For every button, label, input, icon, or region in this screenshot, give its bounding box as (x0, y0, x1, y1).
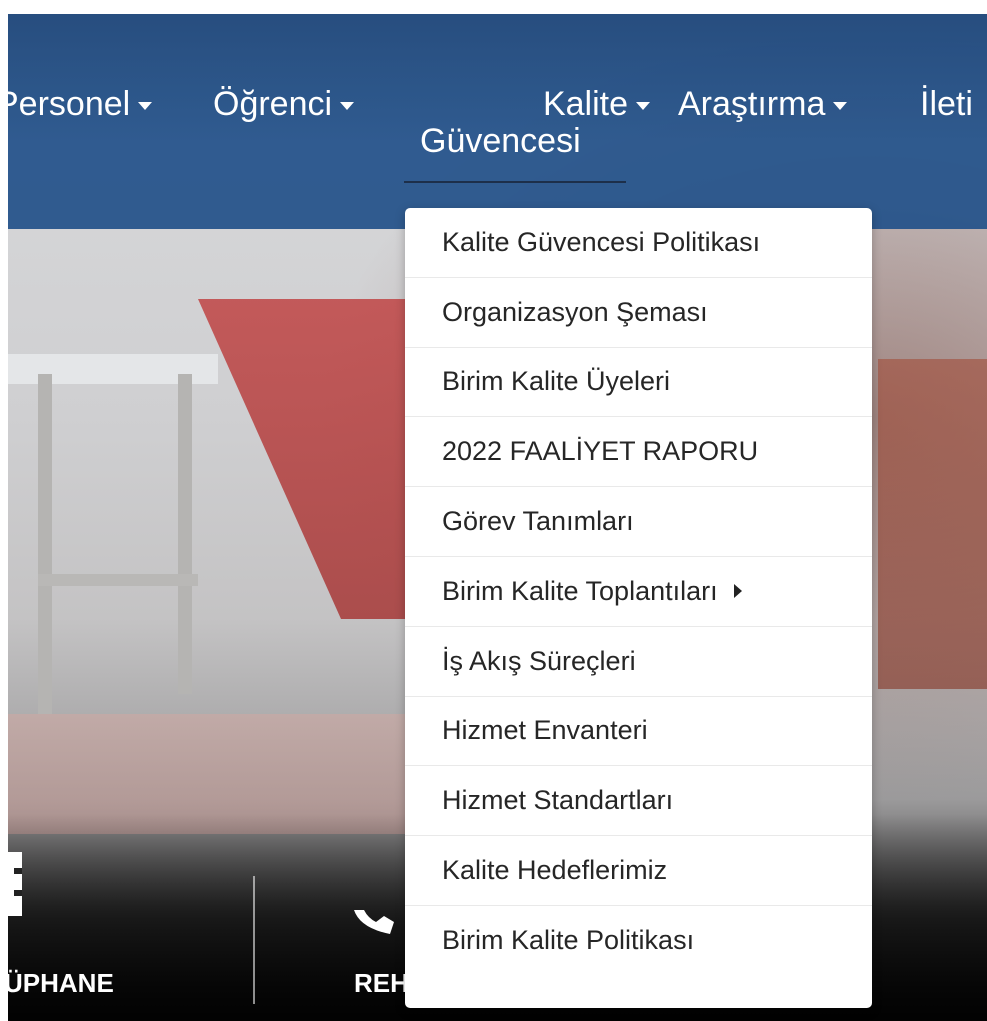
menu-item-kalite-hedeflerimiz[interactable]: Kalite Hedeflerimiz (405, 836, 872, 906)
nav-item-ogrenci[interactable]: Öğrenci (213, 84, 355, 124)
menu-item-label: Birim Kalite Üyeleri (442, 366, 671, 397)
nav-item-arastirma[interactable]: Araştırma (678, 84, 848, 124)
menu-item-label: İş Akış Süreçleri (442, 645, 636, 676)
menu-item-is-akis-surecleri[interactable]: İş Akış Süreçleri (405, 627, 872, 697)
menu-item-gorev-tanimlari[interactable]: Görev Tanımları (405, 487, 872, 557)
caret-down-icon (138, 102, 153, 111)
menu-item-label: Hizmet Envanteri (442, 715, 648, 746)
library-icon (8, 852, 22, 916)
quick-link-library[interactable]: ÜPHANE (8, 968, 114, 999)
nav-item-personel[interactable]: Personel (8, 84, 153, 124)
nav-item-label-line1: Kalite (542, 85, 628, 123)
caret-down-icon (636, 102, 650, 111)
nav-item-label-line2: Güvencesi (420, 122, 581, 160)
menu-item-birim-kalite-uyeleri[interactable]: Birim Kalite Üyeleri (405, 348, 872, 418)
quick-link-rehber[interactable]: REH (354, 968, 409, 999)
phone-icon (354, 910, 394, 934)
hero-table-rail (38, 574, 198, 586)
nav-item-kalite-guvencesi[interactable]: Kalite Güvencesi (420, 84, 650, 158)
menu-item-label: Organizasyon Şeması (442, 296, 708, 327)
quick-link-label: REH (354, 968, 409, 998)
hero-table-leg (38, 374, 52, 714)
nav-item-iletisim[interactable]: İleti (920, 84, 973, 124)
menu-item-label: Hizmet Standartları (442, 785, 674, 816)
caret-down-icon (833, 102, 848, 111)
menu-item-label: Görev Tanımları (442, 506, 634, 537)
page-frame: Personel Öğrenci Kalite Güvencesi Araştı… (8, 14, 987, 1021)
menu-item-kalite-guvencesi-politikasi[interactable]: Kalite Güvencesi Politikası (405, 208, 872, 278)
menu-item-birim-kalite-toplantilari[interactable]: Birim Kalite Toplantıları (405, 557, 872, 627)
menu-item-organizasyon-semasi[interactable]: Organizasyon Şeması (405, 278, 872, 348)
menu-item-label: Birim Kalite Politikası (442, 925, 695, 956)
menu-item-label: Birim Kalite Toplantıları (442, 575, 718, 606)
menu-item-birim-kalite-politikasi[interactable]: Birim Kalite Politikası (405, 906, 872, 976)
kalite-guvencesi-dropdown: Kalite Güvencesi Politikası Organizasyon… (405, 208, 872, 1008)
menu-item-hizmet-envanteri[interactable]: Hizmet Envanteri (405, 697, 872, 767)
menu-item-label: Kalite Hedeflerimiz (442, 855, 668, 886)
quick-links-divider (253, 876, 255, 1004)
nav-active-underline (404, 181, 626, 183)
nav-item-label: Öğrenci (213, 85, 333, 123)
quick-link-label: ÜPHANE (8, 968, 114, 998)
caret-down-icon (340, 102, 355, 111)
menu-item-hizmet-standartlari[interactable]: Hizmet Standartları (405, 766, 872, 837)
menu-item-label: 2022 FAALİYET RAPORU (442, 436, 759, 467)
caret-right-icon (733, 584, 742, 599)
nav-item-label: Araştırma (678, 85, 826, 123)
nav-item-label: Personel (8, 85, 131, 123)
menu-item-faaliyet-raporu[interactable]: 2022 FAALİYET RAPORU (405, 417, 872, 488)
menu-item-label: Kalite Güvencesi Politikası (442, 226, 761, 257)
hero-cabinet (878, 359, 987, 689)
nav-item-label: İleti (920, 85, 973, 123)
hero-table-leg (178, 374, 192, 694)
